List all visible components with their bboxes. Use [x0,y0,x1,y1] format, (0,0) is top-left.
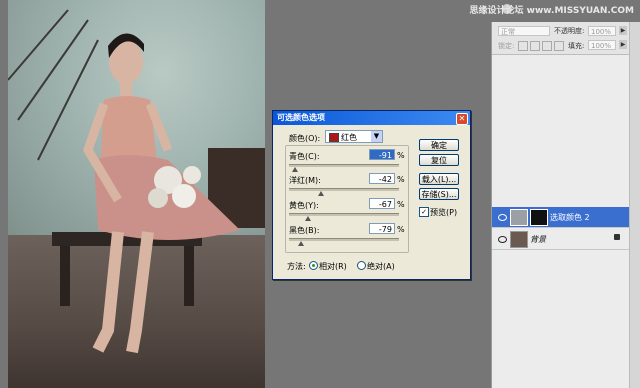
color-label: 颜色(O): [289,134,321,143]
magenta-unit: % [397,175,405,184]
panel-scrollbar[interactable] [629,22,640,388]
black-value-input[interactable]: -79 [369,223,395,234]
lock-paint-icon[interactable] [530,41,540,51]
opacity-input[interactable]: 100% [588,26,616,36]
layer-row-background[interactable]: 背景 [492,229,629,250]
image-canvas[interactable] [8,0,265,388]
color-swatch [329,133,339,142]
lock-icon [614,234,620,240]
method-absolute-radio[interactable] [357,261,366,270]
black-slider-track[interactable] [289,238,399,241]
selective-color-dialog: 可选颜色选项 ✕ 颜色(O): 红色 ▼ 青色(C): -91 % 洋红(M):… [272,110,471,280]
lock-label: 锁定: [498,42,515,50]
method-label: 方法: [287,262,306,271]
slider-thumb[interactable] [304,216,311,221]
fill-input[interactable]: 100% [588,40,616,50]
method-absolute-label: 绝对(A) [367,262,395,271]
blend-mode-select[interactable]: 正常 [498,26,550,36]
magenta-value-input[interactable]: -42 [369,173,395,184]
background-layer-thumbnail [510,231,528,248]
cyan-value-input[interactable]: -91 [369,149,395,160]
method-relative-label: 相对(R) [319,262,347,271]
magenta-label: 洋红(M): [289,176,321,185]
cyan-label: 青色(C): [289,152,320,161]
color-select-value: 红色 [341,133,357,142]
layers-panel: 正常 不透明度: 100% ▶ 锁定: 填充: 100% ▶ 选取颜色 2 背景 [491,22,640,388]
layer-mask-thumbnail [530,209,548,226]
layer-name: 背景 [530,235,546,244]
black-label: 黑色(B): [289,226,320,235]
reset-button[interactable]: 复位 [419,154,459,166]
blend-mode-value: 正常 [501,28,515,36]
preview-label: 预览(P) [430,208,458,217]
lock-move-icon[interactable] [542,41,552,51]
adjustment-layer-thumbnail [510,209,528,226]
opacity-label: 不透明度: [554,27,585,35]
dialog-title: 可选颜色选项 [277,113,325,122]
opacity-arrow-icon[interactable]: ▶ [619,26,627,35]
cyan-unit: % [397,151,405,160]
chevron-down-icon: ▼ [371,131,382,142]
watermark-text: 思缘设计论坛 www.MISSYUAN.COM [469,6,634,16]
visibility-eye-icon[interactable] [498,214,507,221]
color-select[interactable]: 红色 ▼ [325,130,383,143]
method-relative-radio[interactable] [309,261,318,270]
slider-thumb[interactable] [298,241,305,246]
layer-row-selective-color[interactable]: 选取颜色 2 [492,207,629,228]
yellow-label: 黄色(Y): [289,201,319,210]
slider-thumb[interactable] [291,167,298,172]
dialog-title-bar[interactable]: 可选颜色选项 [273,111,470,125]
lock-all-icon[interactable] [554,41,564,51]
load-button[interactable]: 载入(L)... [419,173,459,185]
close-icon[interactable]: ✕ [456,113,468,125]
yellow-unit: % [397,200,405,209]
yellow-value-input[interactable]: -67 [369,198,395,209]
visibility-eye-icon[interactable] [498,236,507,243]
magenta-slider-track[interactable] [289,188,399,191]
cyan-slider-track[interactable] [289,164,399,167]
lock-transparency-icon[interactable] [518,41,528,51]
preview-checkbox[interactable]: ✓ [419,207,429,217]
layer-name: 选取颜色 2 [550,213,590,222]
ok-button[interactable]: 确定 [419,139,459,151]
fill-label: 填充: [568,42,585,50]
fill-arrow-icon[interactable]: ▶ [619,40,627,49]
slider-thumb[interactable] [317,191,324,196]
radio-selected-dot [312,264,315,267]
photo-subject [8,9,265,354]
save-button[interactable]: 存储(S)... [419,188,459,200]
black-unit: % [397,225,405,234]
